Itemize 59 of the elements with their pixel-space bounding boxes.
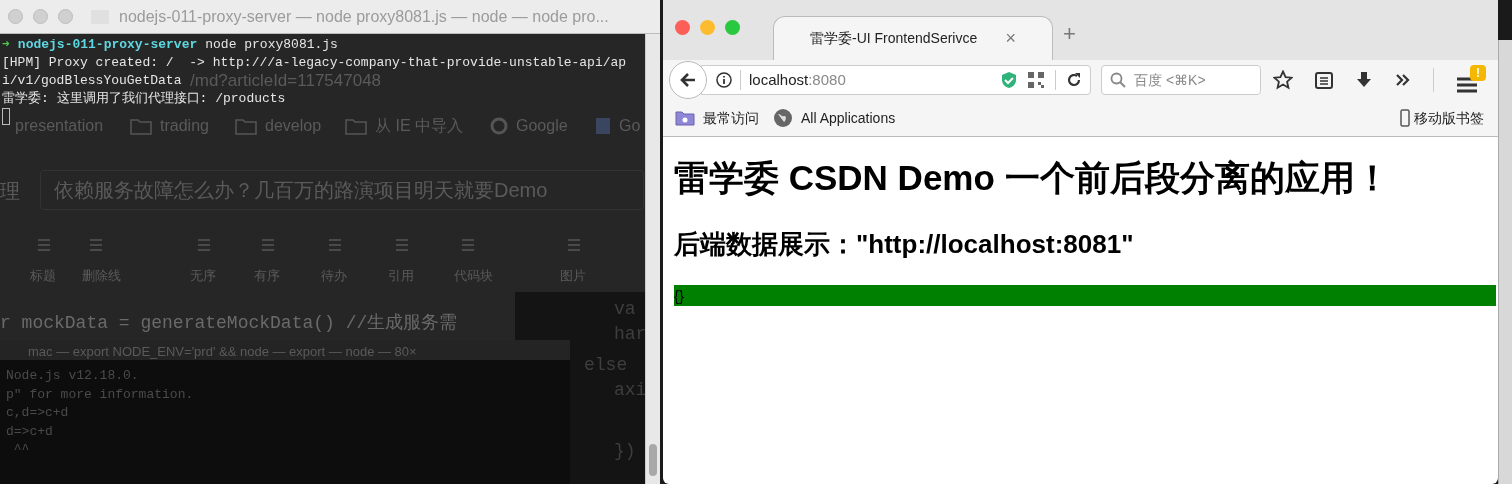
search-field[interactable]: 百度 <⌘K>: [1101, 65, 1261, 95]
tab-title: 雷学委-UI FrontendSerivce: [810, 29, 978, 48]
window-control[interactable]: [33, 9, 48, 24]
terminal-output: [HPM] Proxy created: / -> http:///a-legacy-company-that-provide-unstable-api/ap: [2, 54, 627, 72]
shield-check-icon: [1001, 71, 1017, 89]
terminal-line: Node.js v12.18.0.: [6, 367, 139, 385]
star-icon[interactable]: [1273, 70, 1293, 90]
address-bar[interactable]: localhost:8080: [701, 65, 1091, 95]
new-tab-button[interactable]: +: [1063, 17, 1076, 50]
search-placeholder: 百度 <⌘K>: [1134, 70, 1206, 90]
terminal-output: i/v1/godBlessYouGetData: [2, 72, 182, 90]
toolbar-icon: [260, 237, 276, 253]
code-line: r mockData = generateMockData() //生成服务需: [0, 312, 458, 335]
qr-code-icon: [1027, 71, 1045, 89]
back-button[interactable]: [669, 61, 707, 99]
prompt-arrow: ➜: [2, 36, 10, 54]
browser-tab[interactable]: 雷学委-UI FrontendSerivce ×: [773, 16, 1053, 60]
toolbar-icon: [36, 237, 52, 253]
globe-icon: [773, 108, 793, 128]
window-title: nodejs-011-proxy-server — node proxy8081.js — node — node pro...: [119, 6, 609, 27]
scrollbar[interactable]: [645, 34, 660, 484]
reload-icon[interactable]: [1066, 72, 1082, 88]
double-chevron-icon[interactable]: [1395, 73, 1411, 87]
toolbar-icon: [394, 237, 410, 253]
data-bar: {}: [674, 285, 1496, 306]
toolbar-icon: [196, 237, 212, 253]
prompt-directory: nodejs-011-proxy-server: [17, 36, 198, 54]
toolbar-icon: [88, 237, 104, 253]
code-text: }): [614, 440, 636, 463]
bookmark-link[interactable]: 移动版书签: [1400, 107, 1484, 129]
warning-badge: !: [1470, 65, 1486, 81]
page-subheading: 后端数据展示："http://localhost:8081": [674, 228, 1135, 261]
close-window-button[interactable]: [675, 20, 690, 35]
cursor: [2, 108, 10, 125]
terminal-output: 雷学委: 这里调用了我们代理接口: /products: [2, 90, 286, 108]
back-arrow-icon: [679, 72, 697, 88]
minimize-button[interactable]: [700, 20, 715, 35]
toolbar-icon: [566, 237, 582, 253]
bookmark-link[interactable]: 最常访问: [675, 107, 759, 129]
page-heading: 雷学委 CSDN Demo 一个前后段分离的应用！: [674, 157, 1391, 199]
window-control[interactable]: [58, 9, 73, 24]
close-tab-button[interactable]: ×: [1005, 25, 1016, 52]
info-icon: [716, 72, 732, 88]
terminal-line: d=>c+d: [6, 422, 53, 441]
toolbar-icon: [460, 237, 476, 253]
terminal-line: c,d=>c+d: [6, 404, 69, 422]
zoom-button[interactable]: [725, 20, 740, 35]
window-control[interactable]: [8, 9, 23, 24]
toolbar-icon: [327, 237, 343, 253]
search-icon: [1110, 72, 1126, 88]
command-text: node proxy8081.js: [205, 36, 338, 54]
terminal-line: ^^: [12, 441, 30, 459]
phone-icon: [1400, 109, 1410, 127]
bookmark-link[interactable]: All Applications: [773, 107, 896, 129]
document-icon: [595, 117, 611, 135]
url-text: localhost:8080: [749, 69, 846, 90]
menu-icon: [1456, 77, 1478, 93]
download-icon[interactable]: [1355, 71, 1373, 89]
reading-list-icon[interactable]: [1315, 71, 1333, 89]
